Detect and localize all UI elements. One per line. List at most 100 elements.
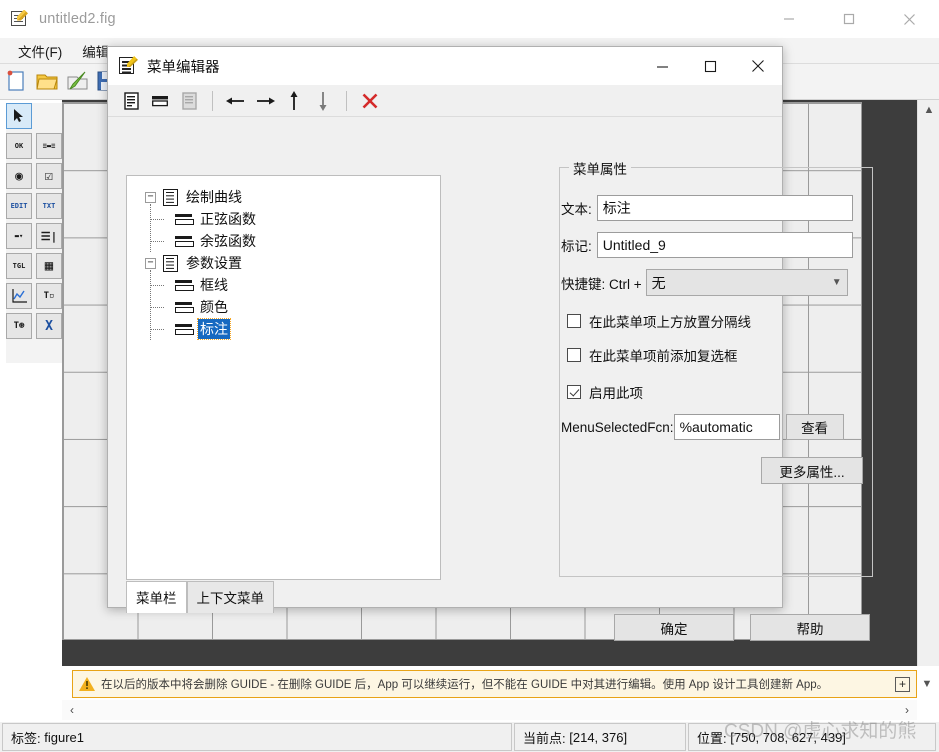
select-arrow-tool[interactable] [6,103,32,129]
text-field-row: 文本: 标注 [561,195,853,221]
move-up-icon[interactable] [281,89,307,113]
text-field-input[interactable]: 标注 [596,195,853,221]
delete-icon[interactable] [357,89,383,113]
dialog-maximize-button[interactable] [686,47,734,85]
export-figure-icon[interactable] [65,69,91,95]
slider-tool[interactable]: ≡▬≡ [36,133,62,159]
tree-node-label: 余弦函数 [200,233,256,249]
close-button[interactable] [879,0,939,38]
activex-tool[interactable]: X [36,313,62,339]
tree-node-label: 绘制曲线 [186,189,242,205]
push-button-tool[interactable]: OK [6,133,32,159]
tree-node-menu-0[interactable]: − 绘制曲线 [145,186,440,252]
window-controls [759,0,939,38]
tree-node-label: 参数设置 [186,255,242,271]
tag-field-row: 标记: Untitled_9 [561,232,853,258]
enable-checkbox[interactable] [567,385,581,399]
main-titlebar: untitled2.fig [0,0,939,38]
menu-node-icon [163,188,178,206]
table-tool[interactable]: ▦ [36,253,62,279]
edit-text-tool[interactable]: EDIT [6,193,32,219]
tree-expander-icon[interactable]: − [145,257,156,269]
tree-guideline [150,204,151,252]
dialog-titlebar: 菜单编辑器 [108,47,782,85]
popup-menu-tool[interactable]: ▬▾ [6,223,32,249]
status-position-value: [750, 708, 627, 439] [730,729,846,745]
callback-label: MenuSelectedFcn: [561,419,674,435]
minimize-button[interactable] [759,0,819,38]
toggle-button-tool[interactable]: TGL [6,253,32,279]
tag-field-label: 标记: [561,239,592,254]
tree-node-item-6[interactable]: 标注 [150,318,440,340]
menu-item-node-icon [175,323,194,335]
separator-checkbox-row[interactable]: 在此菜单项上方放置分隔线 [567,311,751,331]
checkbox-tool[interactable]: ☑ [36,163,62,189]
tree-node-item-1[interactable]: 正弦函数 [150,208,440,230]
accelerator-row: 快捷键: Ctrl + 无 ▼ [561,269,848,296]
tree-node-item-4[interactable]: 框线 [150,274,440,296]
move-down-icon[interactable] [310,89,336,113]
component-palette: OK ≡▬≡ ◉ ☑ EDIT TXT ▬▾ ☰| TGL ▦ T▫ T⊛ X [6,103,62,363]
maximize-button[interactable] [819,0,879,38]
tag-field-input[interactable]: Untitled_9 [596,232,853,258]
panel-tool[interactable]: T▫ [36,283,62,309]
scroll-right-icon[interactable]: › [905,703,909,717]
view-callback-button[interactable]: 查看 [785,414,844,440]
menu-tree-panel[interactable]: − 绘制曲线 正弦函数 余弦函数 − 参数设置 框线 颜色 标注 [126,175,441,580]
move-left-icon[interactable] [223,89,249,113]
scroll-left-icon[interactable]: ‹ [70,703,74,717]
menu-editor-icon [118,56,138,76]
canvas-vertical-scrollbar[interactable]: ▲ [917,100,939,666]
dialog-close-button[interactable] [734,47,782,85]
help-button[interactable]: 帮助 [750,614,870,641]
scroll-up-icon[interactable]: ▲ [918,100,939,120]
dialog-title: 菜单编辑器 [147,59,220,76]
checkmark-checkbox[interactable] [567,348,581,362]
menu-tree: − 绘制曲线 正弦函数 余弦函数 − 参数设置 框线 颜色 标注 [127,176,440,340]
tree-node-label: 颜色 [200,299,228,315]
tree-guideline [150,219,164,220]
tab-context-menu[interactable]: 上下文菜单 [186,581,274,613]
tab-menubar[interactable]: 菜单栏 [126,581,187,613]
toolbar-separator-2 [346,90,347,111]
status-tag-label: 标签: [11,730,41,746]
activex-tool-label: X [45,318,53,334]
new-menu-item-icon[interactable] [147,89,173,113]
open-figure-icon[interactable] [35,69,61,95]
checkmark-checkbox-label: 在此菜单项前添加复选框 [589,349,738,364]
new-context-menu-icon [176,89,202,113]
button-group-tool-label: T⊛ [13,321,25,331]
listbox-tool[interactable]: ☰| [36,223,62,249]
new-figure-icon[interactable] [5,69,31,95]
static-text-tool[interactable]: TXT [36,193,62,219]
tree-node-item-5[interactable]: 颜色 [150,296,440,318]
tree-expander-icon[interactable]: − [145,191,156,203]
new-menu-icon[interactable] [118,89,144,113]
warning-chevron-down-icon[interactable]: ▼ [917,674,937,694]
text-field-label: 文本: [561,202,592,217]
status-current-point-cell: 当前点: [214, 376] [514,723,686,751]
status-tag-value: figure1 [44,729,84,745]
axes-tool[interactable] [6,283,32,309]
enable-checkbox-label: 启用此项 [589,386,643,401]
enable-checkbox-row[interactable]: 启用此项 [567,382,643,402]
panel-tool-label: T▫ [43,291,55,301]
warning-expand-button[interactable]: + [895,676,910,692]
menu-file[interactable]: 文件(F) [8,39,72,63]
slider-tool-label: ≡▬≡ [42,142,56,150]
callback-input[interactable]: %automatic [673,414,780,440]
more-properties-button[interactable]: 更多属性... [761,457,863,484]
accelerator-select[interactable]: 无 ▼ [645,269,848,296]
menu-item-node-icon [175,279,194,291]
move-right-icon[interactable] [252,89,278,113]
separator-checkbox[interactable] [567,314,581,328]
canvas-horizontal-scrollbar[interactable]: ‹ › [62,700,917,720]
tree-node-item-2[interactable]: 余弦函数 [150,230,440,252]
tree-node-menu-3[interactable]: − 参数设置 [145,252,440,340]
menu-properties-group [559,167,873,577]
ok-button[interactable]: 确定 [614,614,734,641]
checkmark-checkbox-row[interactable]: 在此菜单项前添加复选框 [567,345,738,365]
radio-button-tool[interactable]: ◉ [6,163,32,189]
dialog-minimize-button[interactable] [638,47,686,85]
button-group-tool[interactable]: T⊛ [6,313,32,339]
